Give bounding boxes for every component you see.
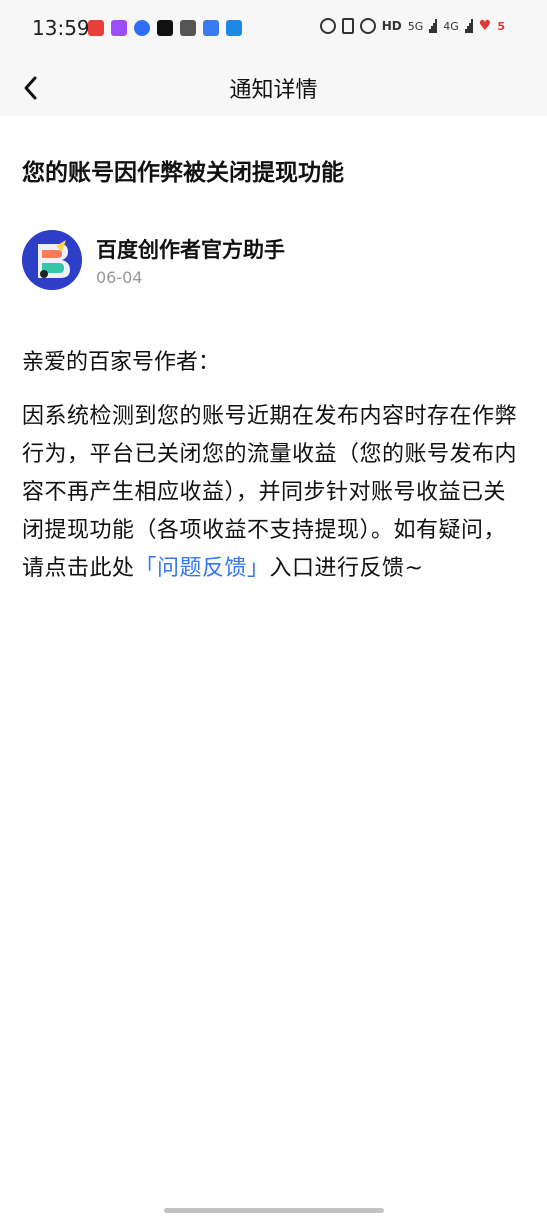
feedback-link[interactable]: 「问题反馈」 xyxy=(135,556,270,581)
notice-body: 因系统检测到您的账号近期在发布内容时存在作弊行为，平台已关闭您的流量收益（您的账… xyxy=(22,398,527,588)
toutiao-app-icon xyxy=(88,20,104,36)
notice-body-suffix: 入口进行反馈~ xyxy=(269,556,424,581)
network-5g-label: 5G xyxy=(407,19,424,33)
signal-icon-2 xyxy=(464,19,473,33)
notice-content: 您的账号因作弊被关闭提现功能 百度创作者官方助手 06-04 亲爱的百家号作者：… xyxy=(22,116,527,588)
speed-icon xyxy=(359,18,376,34)
home-indicator[interactable] xyxy=(164,1208,384,1213)
battery-icon: 5 xyxy=(497,19,505,33)
hd-icon: HD xyxy=(381,19,402,33)
greeting-text: 亲爱的百家号作者： xyxy=(22,350,221,375)
video-app-icon xyxy=(111,20,127,36)
system-icons: HD 5G 4G ♥ 5 xyxy=(319,18,505,34)
baidu-creator-logo-icon xyxy=(22,230,82,290)
notification-icons xyxy=(88,20,242,36)
bilibili-app-icon xyxy=(203,20,219,36)
sender-block: 百度创作者官方助手 06-04 xyxy=(22,230,527,294)
heart-icon: ♥ xyxy=(478,18,492,34)
notice-title: 您的账号因作弊被关闭提现功能 xyxy=(22,160,344,186)
tiktok-app-icon xyxy=(157,20,173,36)
alarm-icon xyxy=(319,18,336,34)
sender-avatar xyxy=(22,230,82,290)
notice-date: 06-04 xyxy=(96,268,143,287)
status-time: 13:59 xyxy=(32,16,90,40)
crown-app-icon xyxy=(180,20,196,36)
zhihu-app-icon xyxy=(226,20,242,36)
sender-name: 百度创作者官方助手 xyxy=(96,238,285,262)
baidu-app-icon xyxy=(134,20,150,36)
vibrate-icon xyxy=(341,18,354,34)
page-title: 通知详情 xyxy=(229,78,318,103)
signal-icon xyxy=(429,19,438,33)
status-bar: 13:59 HD 5G 4G ♥ 5 xyxy=(0,0,547,60)
nav-bar: 通知详情 xyxy=(0,60,547,116)
notice-body-text: 因系统检测到您的账号近期在发布内容时存在作弊行为，平台已关闭您的流量收益（您的账… xyxy=(22,404,518,581)
network-4g-label: 4G xyxy=(443,19,459,33)
